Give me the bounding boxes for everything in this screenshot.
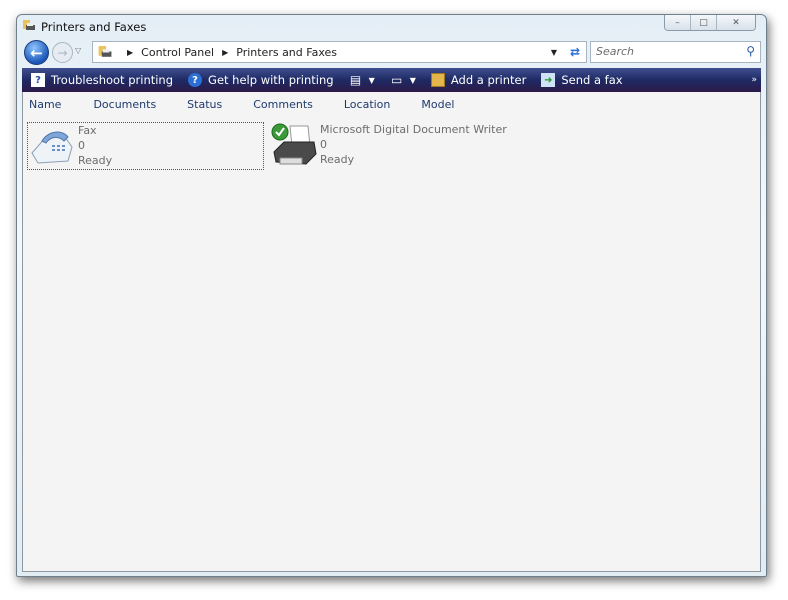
forward-arrow-icon: → (57, 45, 68, 60)
refresh-icon[interactable]: ⇄ (570, 45, 580, 59)
recent-pages-dropdown-icon[interactable]: ▽ (75, 46, 81, 55)
breadcrumb-arrow-icon[interactable]: ▶ (222, 48, 228, 57)
maximize-button[interactable]: □ (691, 15, 717, 30)
layout-button[interactable]: ▭ ▼ (390, 73, 416, 87)
breadcrumb-printers-and-faxes[interactable]: Printers and Faxes (236, 46, 337, 59)
minimize-button[interactable]: – (665, 15, 691, 30)
item-documents: 0 (78, 139, 85, 152)
back-button[interactable]: ← (24, 40, 49, 65)
item-status: Ready (320, 153, 355, 166)
add-printer-icon (430, 73, 445, 87)
item-name: Microsoft Digital Document Writer (320, 123, 507, 136)
list-item-fax[interactable]: Fax 0 Ready (27, 122, 264, 170)
get-help-button[interactable]: ? Get help with printing (188, 73, 334, 87)
column-location[interactable]: Location (344, 98, 391, 111)
column-name[interactable]: Name (29, 98, 61, 111)
window-title: Printers and Faxes (41, 20, 147, 34)
help-icon: ? (188, 73, 203, 87)
back-arrow-icon: ← (30, 43, 43, 62)
printers-folder-icon (23, 20, 35, 30)
add-printer-button[interactable]: Add a printer (430, 73, 526, 87)
item-name: Fax (78, 124, 97, 137)
column-comments[interactable]: Comments (253, 98, 313, 111)
layout-icon: ▭ (391, 73, 403, 87)
list-item-printer[interactable]: Microsoft Digital Document Writer 0 Read… (270, 122, 507, 170)
printers-folder-icon (98, 45, 112, 57)
command-bar: ? Troubleshoot printing ? Get help with pr… (22, 68, 761, 92)
chevron-down-icon: ▼ (368, 75, 375, 85)
column-documents[interactable]: Documents (93, 98, 156, 111)
printer-icon (271, 123, 317, 165)
more-commands-button[interactable]: » (751, 75, 757, 85)
fax-icon (31, 131, 73, 164)
send-fax-button[interactable]: ➜ Send a fax (541, 73, 623, 87)
help-document-icon: ? (31, 73, 45, 87)
breadcrumb-arrow-icon[interactable]: ▶ (127, 48, 133, 57)
views-button[interactable]: ▤ ▼ (349, 73, 375, 87)
views-icon: ▤ (349, 73, 362, 87)
troubleshoot-printing-button[interactable]: ? Troubleshoot printing (31, 73, 173, 87)
item-status: Ready (78, 154, 113, 167)
breadcrumb-control-panel[interactable]: Control Panel (141, 46, 214, 59)
address-dropdown-icon[interactable]: ▼ (551, 48, 557, 57)
column-model[interactable]: Model (421, 98, 454, 111)
search-input[interactable]: Search ⚲ (590, 41, 761, 63)
column-status[interactable]: Status (187, 98, 222, 111)
search-icon[interactable]: ⚲ (746, 44, 755, 58)
explorer-window: Printers and Faxes – □ ✕ ← → ▽ ▶ Control… (16, 14, 767, 577)
item-documents: 0 (320, 138, 327, 151)
forward-button[interactable]: → (52, 42, 73, 63)
close-button[interactable]: ✕ (717, 15, 755, 30)
file-list: Name Documents Status Comments Location … (22, 92, 761, 572)
chevron-down-icon: ▼ (409, 75, 416, 85)
send-fax-icon: ➜ (541, 73, 556, 87)
address-bar[interactable]: ▶ Control Panel ▶ Printers and Faxes ▼ ⇄ (92, 41, 587, 63)
